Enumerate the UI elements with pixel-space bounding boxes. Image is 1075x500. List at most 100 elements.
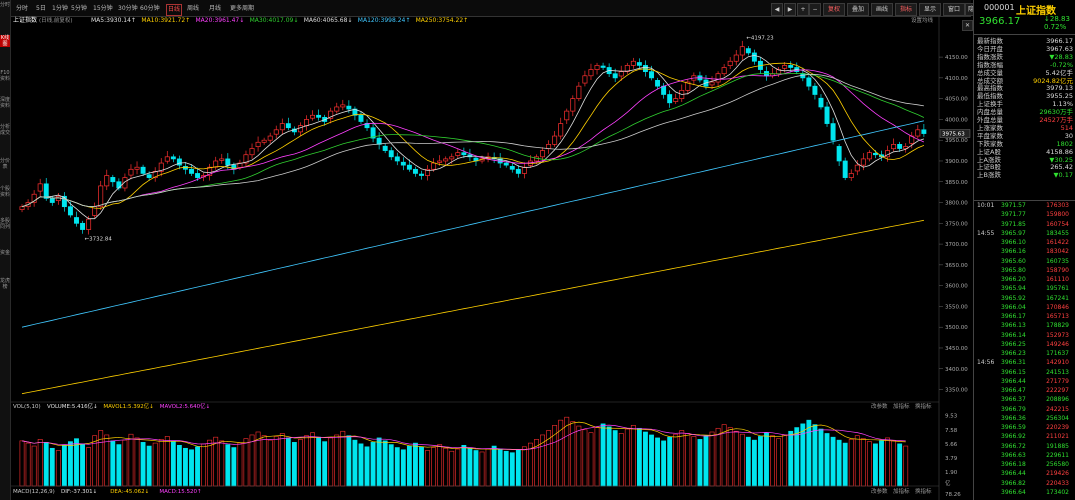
high-annotation: ←4197.23 xyxy=(746,36,774,42)
candle-body xyxy=(860,158,866,166)
toolbar-btn-2[interactable]: + xyxy=(797,3,809,16)
toolbar-btn-8[interactable]: 显示 xyxy=(919,3,941,16)
ma-legend-4: MA60:4065.68↓ xyxy=(304,17,353,24)
volume-bar xyxy=(612,430,618,487)
vol-btn-2[interactable]: 换指标 xyxy=(915,402,932,410)
volume-bar xyxy=(594,427,600,487)
tick-price: 3966.23 xyxy=(1001,350,1026,357)
volume-bar xyxy=(146,445,152,487)
tick-time: 14:56 xyxy=(977,359,995,367)
left-tab-2[interactable]: F10资料 xyxy=(0,70,10,82)
candle-body xyxy=(897,144,903,149)
candle-body xyxy=(564,110,570,121)
tick-price: 3971.85 xyxy=(1001,220,1026,228)
stat-label: 总成交量 xyxy=(977,68,1003,77)
toolbar-btn-4[interactable]: 复权 xyxy=(823,3,845,16)
candle-body xyxy=(721,67,727,75)
vol-tick-label: 5.66 xyxy=(945,442,958,448)
candle-body xyxy=(170,156,176,160)
left-tab-3[interactable]: 深度资料 xyxy=(0,97,10,109)
stat-label: 指数涨跌 xyxy=(977,52,1003,61)
macd-btn-1[interactable]: 加指标 xyxy=(893,487,910,495)
tick-price: 3966.59 xyxy=(1001,424,1026,431)
vol-legend-2: MAVOL2:5.640亿↓ xyxy=(160,402,210,410)
volume-bar xyxy=(61,444,67,487)
period-9[interactable]: 月线 xyxy=(209,4,221,14)
candle-body xyxy=(74,217,79,224)
volume-bar xyxy=(207,439,213,487)
toolbar-btn-5[interactable]: 叠加 xyxy=(847,3,869,16)
volume-bar xyxy=(219,440,225,487)
candle-body xyxy=(419,173,424,176)
tick-row: 3966.10 161422 xyxy=(974,239,1072,247)
volume-bar xyxy=(37,439,43,487)
candle-body xyxy=(195,173,201,178)
macd-btn-0[interactable]: 改参数 xyxy=(871,487,888,495)
period-2[interactable]: 1分钟 xyxy=(52,4,68,14)
toolbar-btn-1[interactable]: ▶ xyxy=(784,3,796,16)
left-tab-5[interactable]: 分价表 xyxy=(0,158,10,170)
candle-body xyxy=(515,168,521,174)
volume-bar xyxy=(691,436,697,487)
period-7[interactable]: 日线 xyxy=(166,4,183,16)
period-0[interactable]: 分时 xyxy=(16,4,28,14)
tick-row: 3965.94 195761 xyxy=(974,285,1072,293)
period-10[interactable]: 更多周期 xyxy=(230,4,254,14)
y-tick-label: 3500.00 xyxy=(945,325,968,331)
left-tab-9[interactable]: 龙虎榜 xyxy=(0,278,10,290)
vol-btn-0[interactable]: 改参数 xyxy=(871,402,888,410)
period-4[interactable]: 15分钟 xyxy=(93,4,113,14)
volume-bar xyxy=(176,444,182,487)
tick-price: 3966.92 xyxy=(1001,433,1026,441)
candle-body xyxy=(98,185,104,208)
ma20-line xyxy=(21,69,925,208)
tick-row: 14:55 3965.97 183455 xyxy=(974,230,1072,238)
close-icon[interactable]: ✕ xyxy=(962,20,973,31)
macd-btn-2[interactable]: 换指标 xyxy=(915,487,932,495)
volume-bar xyxy=(304,435,309,487)
tick-price: 3966.04 xyxy=(1001,303,1026,311)
toolbar-btn-7[interactable]: 指标 xyxy=(895,3,917,16)
period-5[interactable]: 30分钟 xyxy=(118,4,138,14)
period-6[interactable]: 60分钟 xyxy=(140,4,160,14)
period-1[interactable]: 5日 xyxy=(36,4,46,14)
left-tab-7[interactable]: 多股同列 xyxy=(0,218,10,230)
tick-price: 3966.10 xyxy=(1001,239,1026,246)
candle-body xyxy=(86,218,92,230)
left-tab-0[interactable]: 分时 xyxy=(0,2,10,8)
toolbar-btn-3[interactable]: − xyxy=(809,3,821,16)
tick-volume: 229611 xyxy=(1046,451,1069,459)
left-tab-strip: 分时 K线图 F10资料深度资料分析成交分价表个股资料多股同列资金龙虎榜 xyxy=(0,0,11,500)
period-3[interactable]: 5分钟 xyxy=(71,4,87,14)
volume-bar xyxy=(164,436,170,487)
period-8[interactable]: 周线 xyxy=(187,4,199,14)
candle-body xyxy=(382,145,388,151)
candle-body xyxy=(128,168,134,176)
vol-btn-1[interactable]: 加指标 xyxy=(893,402,910,410)
volume-bar xyxy=(431,447,437,487)
stat-label: 指数涨幅 xyxy=(977,60,1003,69)
volume-bar xyxy=(19,440,25,487)
volume-bar xyxy=(285,437,291,487)
left-tab-4[interactable]: 分析成交 xyxy=(0,124,10,136)
toolbar-btn-0[interactable]: ◀ xyxy=(771,3,783,16)
volume-bar xyxy=(709,431,715,487)
candle-body xyxy=(358,114,364,122)
candle-body xyxy=(80,222,86,230)
kline-chart-area[interactable]: 上证指数 (日线,前复权) MA5:3930.14↑ MA10:3921.72↑ MA2… xyxy=(11,16,971,500)
candle-body xyxy=(848,173,854,178)
toolbar-btn-9[interactable]: 窗口 xyxy=(943,3,965,16)
tick-volume: 222297 xyxy=(1046,387,1069,394)
tick-volume: 159800 xyxy=(1046,211,1069,219)
left-tab-8[interactable]: 资金 xyxy=(0,250,10,256)
volume-bar xyxy=(794,427,800,487)
left-tab-1[interactable]: K线图 xyxy=(0,35,10,47)
ma-settings-button[interactable]: 设置均线 xyxy=(911,16,934,24)
tick-row: 3966.44 219426 xyxy=(974,470,1072,478)
vol-tick-label: 9.53 xyxy=(945,413,958,419)
candle-body xyxy=(176,158,182,166)
toolbar-btn-6[interactable]: 画线 xyxy=(871,3,893,16)
left-tab-6[interactable]: 个股资料 xyxy=(0,186,10,198)
tick-price: 3966.64 xyxy=(1001,488,1026,496)
candle-body xyxy=(437,160,443,163)
